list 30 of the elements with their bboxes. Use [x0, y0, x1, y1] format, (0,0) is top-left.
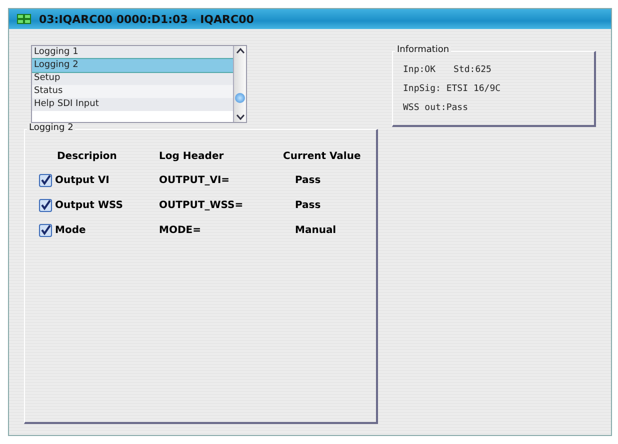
current-value-text: Pass: [294, 200, 322, 211]
column-header: Log Header: [159, 151, 225, 162]
group-title: Information: [395, 45, 452, 55]
scrollbar[interactable]: [233, 46, 246, 122]
grid-icon: [17, 14, 31, 24]
list-item[interactable]: Help SDI Input: [32, 98, 233, 111]
description-label: Mode: [55, 225, 86, 236]
checkbox[interactable]: [39, 199, 52, 212]
log-header-text: OUTPUT_VI=: [159, 175, 231, 186]
scroll-thumb[interactable]: [235, 93, 245, 103]
group-title: Logging 2: [27, 123, 76, 133]
description-label: Output WSS: [55, 200, 123, 211]
info-text: Std:625: [454, 65, 492, 75]
checkbox[interactable]: [39, 224, 52, 237]
column-header: Current Value: [283, 151, 362, 162]
list-item[interactable]: Status: [32, 85, 233, 98]
window-title: 03:IQARC00 0000:D1:03 - IQARC00: [39, 12, 254, 26]
list-item[interactable]: Logging 1: [32, 46, 233, 59]
checkbox[interactable]: [39, 174, 52, 187]
info-text: Inp:OK: [403, 65, 436, 75]
log-header-text: OUTPUT_WSS=: [159, 200, 244, 211]
current-value-text: Manual: [294, 225, 338, 236]
log-header-text: MODE=: [159, 225, 202, 236]
info-text: WSS out:Pass: [403, 103, 468, 113]
column-header: Descripion: [56, 151, 118, 162]
description-label: Output VI: [55, 175, 110, 186]
list-item[interactable]: Setup: [32, 72, 233, 85]
list-item[interactable]: Logging 2: [32, 59, 233, 72]
info-text: InpSig: ETSI 16/9C: [403, 84, 501, 94]
current-value-text: Pass: [294, 175, 322, 186]
